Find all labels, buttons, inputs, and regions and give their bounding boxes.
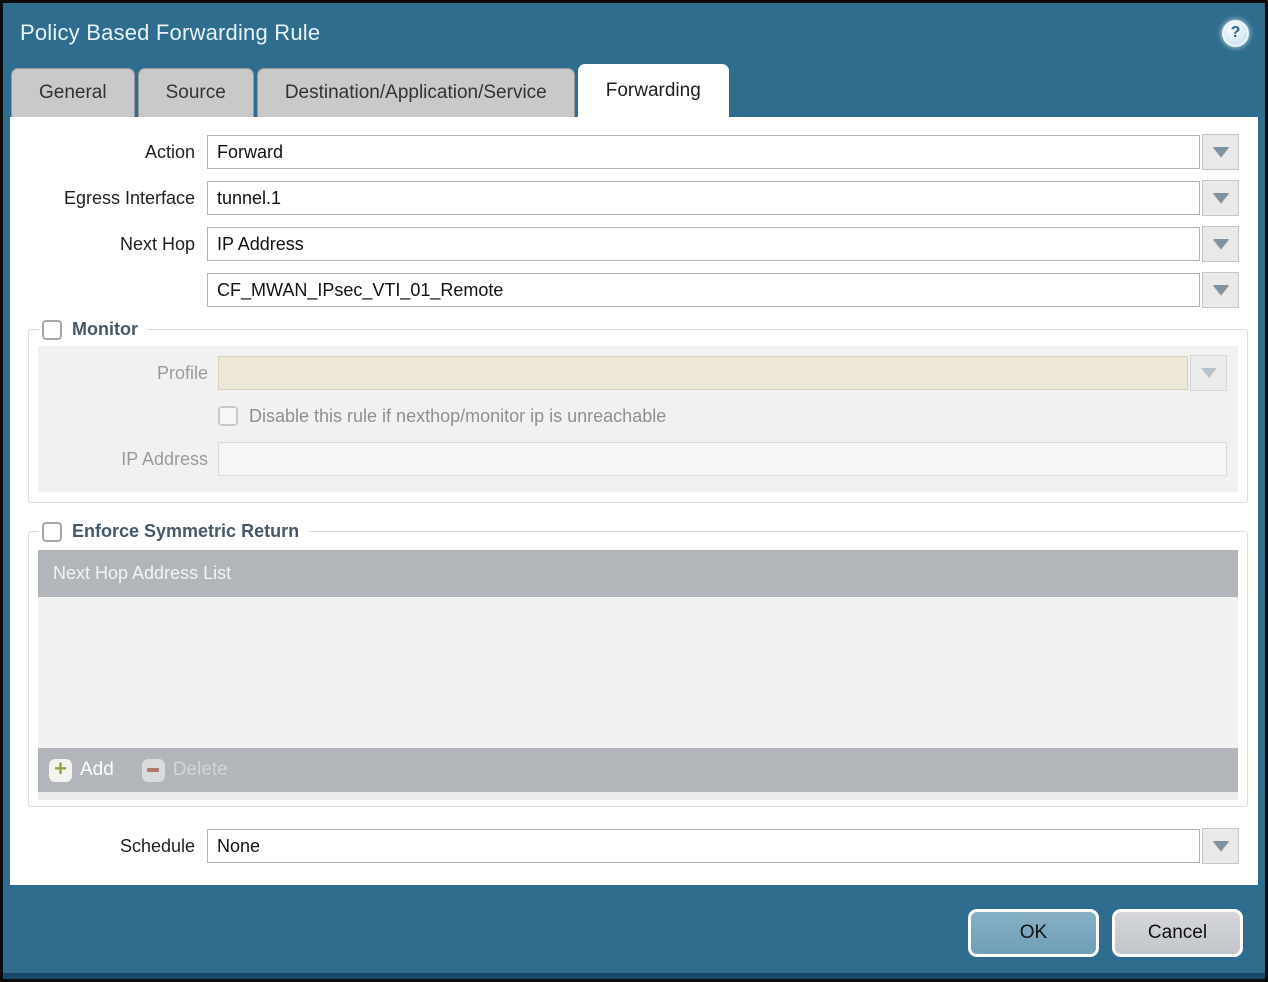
profile-combo-disabled bbox=[218, 355, 1227, 391]
help-icon[interactable]: ? bbox=[1222, 19, 1249, 47]
action-combo: Forward bbox=[207, 134, 1239, 170]
tab-source[interactable]: Source bbox=[137, 68, 254, 117]
disable-rule-row: Disable this rule if nexthop/monitor ip … bbox=[38, 404, 1238, 428]
egress-interface-dropdown-button[interactable] bbox=[1202, 180, 1239, 216]
profile-label: Profile bbox=[156, 362, 208, 383]
forwarding-tab-panel: Action Forward Egress Interface tunnel.1… bbox=[10, 117, 1258, 885]
monitor-ip-address-label: IP Address bbox=[121, 448, 208, 469]
enforce-symmetric-return-title: Enforce Symmetric Return bbox=[72, 521, 300, 541]
next-hop-row: Next Hop IP Address bbox=[10, 226, 1258, 262]
action-label: Action bbox=[144, 141, 195, 162]
enforce-symmetric-return-checkbox[interactable] bbox=[42, 521, 62, 542]
egress-interface-combo: tunnel.1 bbox=[207, 180, 1239, 216]
dropdown-arrow-icon bbox=[1212, 193, 1229, 203]
action-dropdown-button[interactable] bbox=[1202, 134, 1239, 170]
next-hop-label: Next Hop bbox=[119, 233, 195, 254]
next-hop-address-combo: CF_MWAN_IPsec_VTI_01_Remote bbox=[207, 272, 1239, 308]
monitor-legend: Monitor bbox=[39, 319, 147, 340]
help-glyph: ? bbox=[1230, 24, 1241, 41]
monitor-group: Monitor Profile Disable this rule if nex… bbox=[28, 319, 1248, 503]
policy-based-forwarding-dialog: Policy Based Forwarding Rule ? General S… bbox=[0, 0, 1268, 982]
monitor-panel: Profile Disable this rule if nexthop/mon… bbox=[38, 346, 1238, 492]
cancel-button[interactable]: Cancel bbox=[1112, 909, 1243, 957]
egress-interface-row: Egress Interface tunnel.1 bbox=[10, 180, 1258, 216]
delete-icon bbox=[141, 758, 165, 782]
action-row: Action Forward bbox=[10, 134, 1258, 170]
dialog-title: Policy Based Forwarding Rule bbox=[20, 20, 321, 45]
dropdown-arrow-icon bbox=[1212, 285, 1229, 295]
disable-rule-label: Disable this rule if nexthop/monitor ip … bbox=[249, 405, 667, 426]
next-hop-address-list-table: Next Hop Address List + Add Delete bbox=[38, 550, 1238, 800]
next-hop-type-value[interactable]: IP Address bbox=[207, 227, 1200, 261]
next-hop-type-combo: IP Address bbox=[207, 226, 1239, 262]
profile-row: Profile bbox=[38, 355, 1238, 391]
dialog-titlebar: Policy Based Forwarding Rule ? bbox=[3, 3, 1265, 63]
add-icon: + bbox=[49, 758, 72, 782]
schedule-label: Schedule bbox=[119, 835, 195, 856]
monitor-ip-address-row: IP Address bbox=[38, 442, 1238, 476]
delete-button: Delete bbox=[141, 758, 228, 782]
profile-value bbox=[218, 356, 1188, 390]
next-hop-type-dropdown-button[interactable] bbox=[1202, 226, 1239, 262]
dialog-footer: OK Cancel bbox=[3, 885, 1265, 973]
ok-button[interactable]: OK bbox=[968, 909, 1099, 957]
dropdown-arrow-icon bbox=[1212, 239, 1229, 249]
next-hop-address-list-header: Next Hop Address List bbox=[38, 550, 1238, 597]
next-hop-address-list-toolbar: + Add Delete bbox=[38, 748, 1238, 792]
dropdown-arrow-icon bbox=[1200, 368, 1217, 378]
egress-interface-label: Egress Interface bbox=[63, 187, 195, 208]
add-button[interactable]: + Add bbox=[49, 758, 114, 782]
monitor-title: Monitor bbox=[72, 319, 138, 339]
next-hop-address-row: CF_MWAN_IPsec_VTI_01_Remote bbox=[10, 272, 1258, 308]
table-bottom-strip bbox=[38, 792, 1238, 800]
egress-interface-value[interactable]: tunnel.1 bbox=[207, 181, 1200, 215]
tab-bar: General Source Destination/Application/S… bbox=[3, 63, 1265, 117]
add-button-label: Add bbox=[80, 759, 114, 780]
profile-dropdown-button bbox=[1190, 355, 1227, 391]
tab-destination-application-service[interactable]: Destination/Application/Service bbox=[256, 68, 575, 117]
delete-button-label: Delete bbox=[172, 759, 228, 780]
schedule-combo: None bbox=[207, 828, 1239, 864]
enforce-symmetric-return-group: Enforce Symmetric Return Next Hop Addres… bbox=[28, 521, 1248, 807]
dropdown-arrow-icon bbox=[1212, 841, 1229, 851]
dropdown-arrow-icon bbox=[1212, 147, 1229, 157]
schedule-value[interactable]: None bbox=[207, 829, 1200, 863]
bottom-strip bbox=[3, 973, 1265, 979]
next-hop-address-dropdown-button[interactable] bbox=[1202, 272, 1239, 308]
monitor-checkbox[interactable] bbox=[42, 319, 62, 340]
next-hop-address-list-body bbox=[38, 597, 1238, 748]
schedule-row: Schedule None bbox=[10, 828, 1258, 864]
enforce-symmetric-return-legend: Enforce Symmetric Return bbox=[39, 521, 308, 542]
disable-rule-checkbox bbox=[218, 406, 238, 426]
tab-general[interactable]: General bbox=[11, 68, 135, 117]
tab-forwarding[interactable]: Forwarding bbox=[577, 64, 729, 117]
monitor-ip-address-input bbox=[218, 442, 1227, 476]
schedule-dropdown-button[interactable] bbox=[1202, 828, 1239, 864]
next-hop-address-value[interactable]: CF_MWAN_IPsec_VTI_01_Remote bbox=[207, 273, 1200, 307]
action-value[interactable]: Forward bbox=[207, 135, 1200, 169]
